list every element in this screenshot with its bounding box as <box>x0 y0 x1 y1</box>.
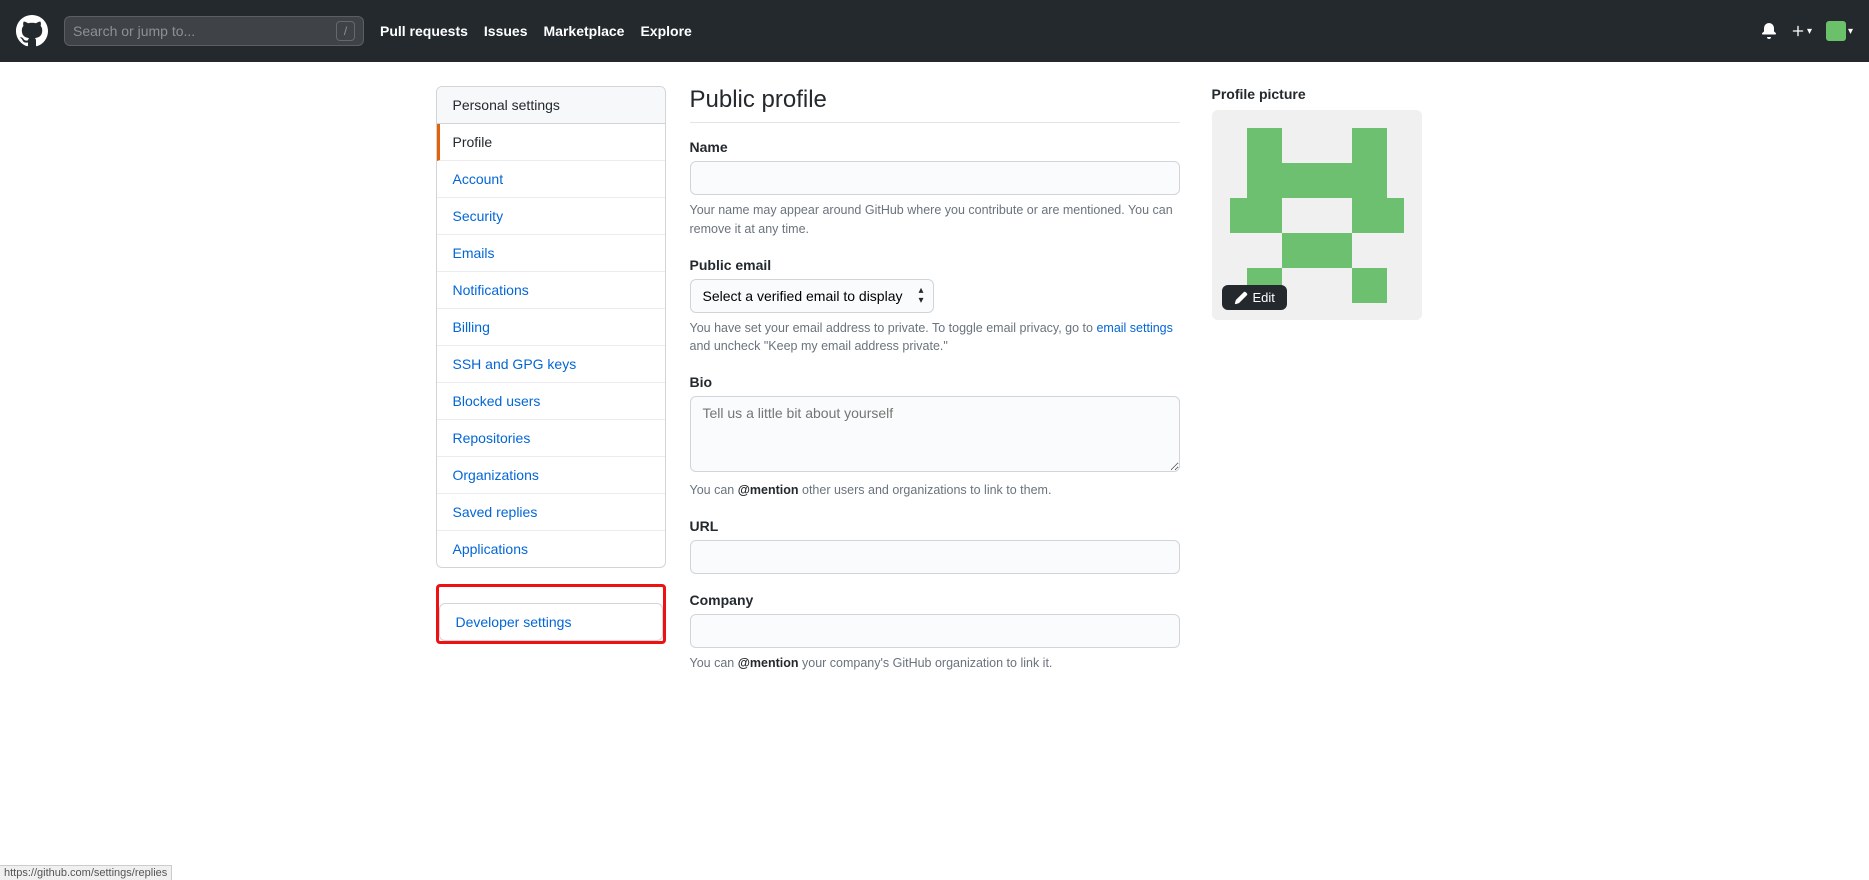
sidebar-item-saved-replies[interactable]: Saved replies <box>437 494 665 531</box>
github-logo-icon[interactable] <box>16 15 48 47</box>
sidebar-item-developer-settings[interactable]: Developer settings <box>440 604 662 640</box>
nav-pull-requests[interactable]: Pull requests <box>380 23 468 39</box>
bio-textarea[interactable] <box>690 396 1180 472</box>
public-email-select[interactable]: Select a verified email to display <box>690 279 934 313</box>
user-menu[interactable]: ▾ <box>1826 21 1853 41</box>
profile-picture: Edit <box>1212 110 1422 320</box>
avatar-icon <box>1826 21 1846 41</box>
name-input[interactable] <box>690 161 1180 195</box>
slash-hotkey-badge: / <box>336 21 355 41</box>
notifications-icon[interactable] <box>1761 23 1777 39</box>
name-note: Your name may appear around GitHub where… <box>690 201 1180 239</box>
sidebar-item-billing[interactable]: Billing <box>437 309 665 346</box>
page-title: Public profile <box>690 86 1180 123</box>
company-label: Company <box>690 592 1180 608</box>
settings-sidebar: Personal settings Profile Account Securi… <box>436 86 666 691</box>
sidebar-item-organizations[interactable]: Organizations <box>437 457 665 494</box>
public-email-label: Public email <box>690 257 1180 273</box>
edit-picture-button[interactable]: Edit <box>1222 285 1287 310</box>
pencil-icon <box>1234 291 1248 305</box>
app-header: / Pull requests Issues Marketplace Explo… <box>0 0 1869 62</box>
sidebar-item-account[interactable]: Account <box>437 161 665 198</box>
sidebar-item-security[interactable]: Security <box>437 198 665 235</box>
primary-nav: Pull requests Issues Marketplace Explore <box>380 23 708 39</box>
sidebar-item-applications[interactable]: Applications <box>437 531 665 567</box>
sidebar-item-repositories[interactable]: Repositories <box>437 420 665 457</box>
company-note: You can @mention your company's GitHub o… <box>690 654 1180 673</box>
url-input[interactable] <box>690 540 1180 574</box>
status-bar-url: https://github.com/settings/replies <box>0 865 172 880</box>
url-label: URL <box>690 518 1180 534</box>
sidebar-item-notifications[interactable]: Notifications <box>437 272 665 309</box>
sidebar-item-blocked-users[interactable]: Blocked users <box>437 383 665 420</box>
email-settings-link[interactable]: email settings <box>1096 321 1172 335</box>
sidebar-item-ssh-gpg-keys[interactable]: SSH and GPG keys <box>437 346 665 383</box>
company-input[interactable] <box>690 614 1180 648</box>
email-note: You have set your email address to priva… <box>690 319 1180 357</box>
add-dropdown-icon[interactable]: ▾ <box>1791 24 1812 38</box>
bio-note: You can @mention other users and organiz… <box>690 481 1180 500</box>
nav-explore[interactable]: Explore <box>640 23 691 39</box>
sidebar-item-profile[interactable]: Profile <box>437 124 665 161</box>
profile-picture-label: Profile picture <box>1212 86 1422 102</box>
sidebar-item-emails[interactable]: Emails <box>437 235 665 272</box>
nav-marketplace[interactable]: Marketplace <box>544 23 625 39</box>
bio-label: Bio <box>690 374 1180 390</box>
sidebar-header: Personal settings <box>437 87 665 124</box>
nav-issues[interactable]: Issues <box>484 23 528 39</box>
search-input-container[interactable]: / <box>64 16 364 46</box>
name-label: Name <box>690 139 1180 155</box>
search-input[interactable] <box>73 23 336 39</box>
